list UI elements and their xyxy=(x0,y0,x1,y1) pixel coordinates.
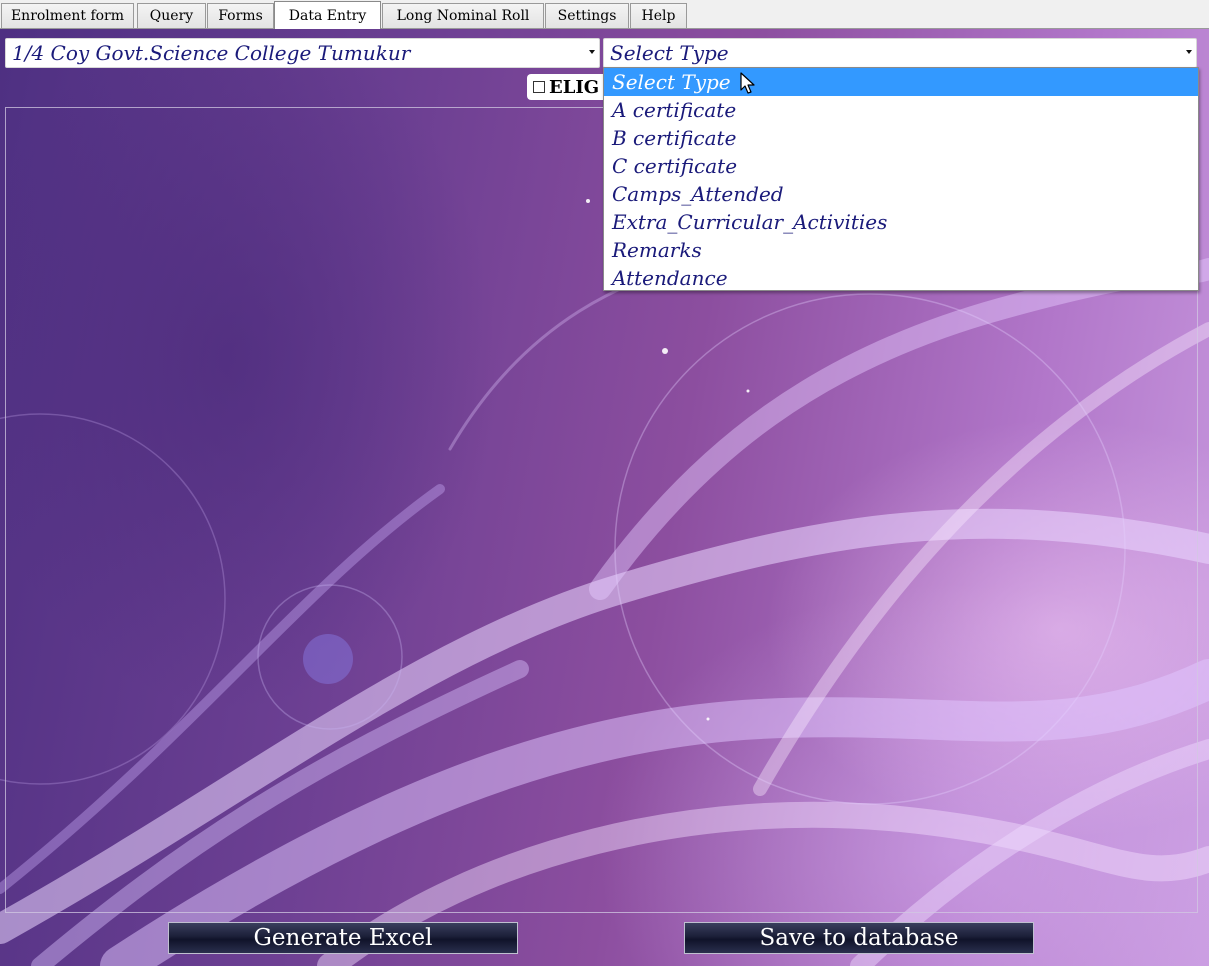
checkbox-icon[interactable] xyxy=(533,81,545,93)
dropdown-option[interactable]: Camps_Attended xyxy=(604,180,1198,208)
save-to-database-button[interactable]: Save to database xyxy=(684,922,1034,954)
tab-query[interactable]: Query xyxy=(137,3,206,28)
tab-enrolment-form[interactable]: Enrolment form xyxy=(1,3,134,28)
type-dropdown-list[interactable]: Select Type A certificate B certificate … xyxy=(603,67,1199,291)
chevron-down-icon[interactable] xyxy=(1186,50,1192,54)
type-select[interactable]: Select Type xyxy=(603,38,1197,68)
tab-forms[interactable]: Forms xyxy=(207,3,274,28)
tab-long-nominal-roll[interactable]: Long Nominal Roll xyxy=(382,3,544,28)
mouse-cursor-icon xyxy=(740,72,755,94)
type-select-value: Select Type xyxy=(610,41,729,65)
tab-settings[interactable]: Settings xyxy=(545,3,629,28)
unit-select-value: 1/4 Coy Govt.Science College Tumukur xyxy=(12,41,411,65)
unit-select[interactable]: 1/4 Coy Govt.Science College Tumukur xyxy=(5,38,600,68)
tab-strip: Enrolment form Query Forms Data Entry Lo… xyxy=(0,0,1209,29)
tab-data-entry[interactable]: Data Entry xyxy=(274,1,381,29)
dropdown-option[interactable]: Remarks xyxy=(604,236,1198,264)
eligible-checkbox-label: ELIG xyxy=(549,76,600,98)
chevron-down-icon[interactable] xyxy=(589,50,595,54)
generate-excel-button[interactable]: Generate Excel xyxy=(168,922,518,954)
dropdown-option[interactable]: C certificate xyxy=(604,152,1198,180)
dropdown-option[interactable]: Attendance xyxy=(604,264,1198,292)
dropdown-option[interactable]: Select Type xyxy=(604,68,1198,96)
tab-help[interactable]: Help xyxy=(630,3,687,28)
dropdown-option[interactable]: Extra_Curricular_Activities xyxy=(604,208,1198,236)
dropdown-option[interactable]: A certificate xyxy=(604,96,1198,124)
dropdown-option[interactable]: B certificate xyxy=(604,124,1198,152)
